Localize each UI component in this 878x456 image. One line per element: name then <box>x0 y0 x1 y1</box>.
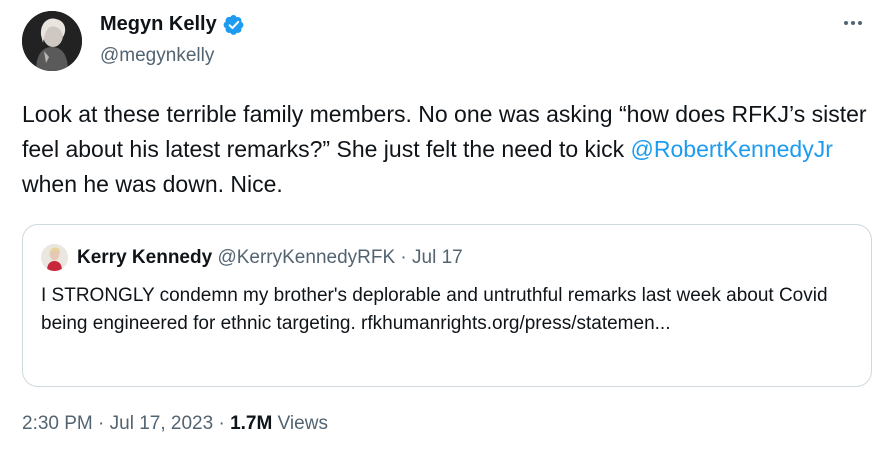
quoted-author-handle[interactable]: @KerryKennedyRFK <box>217 247 395 268</box>
quoted-tweet-card[interactable]: Kerry Kennedy @KerryKennedyRFK · Jul 17 … <box>22 224 872 387</box>
quoted-date[interactable]: Jul 17 <box>412 247 463 268</box>
author-name[interactable]: Megyn Kelly <box>100 13 245 36</box>
more-options-button[interactable] <box>838 8 868 38</box>
meta-separator: · <box>92 413 110 434</box>
tweet-text: Look at these terrible family members. N… <box>22 97 867 202</box>
quoted-tweet-header: Kerry Kennedy @KerryKennedyRFK · Jul 17 <box>77 245 463 271</box>
more-horizontal-icon <box>844 21 862 25</box>
tweet-meta: 2:30 PM · Jul 17, 2023 · 1.7M Views <box>22 413 328 435</box>
quoted-tweet-text: I STRONGLY condemn my brother's deplorab… <box>41 285 828 334</box>
tweet-text-after: when he was down. Nice. <box>22 171 283 197</box>
tweet-time[interactable]: 2:30 PM <box>22 413 93 434</box>
quoted-author-name[interactable]: Kerry Kennedy <box>77 247 212 268</box>
quoted-author-avatar[interactable] <box>41 244 68 271</box>
views-label: Views <box>272 413 328 434</box>
views-count[interactable]: 1.7M <box>230 413 272 434</box>
author-handle[interactable]: @megynkelly <box>100 45 214 67</box>
meta-separator-2: · <box>213 413 231 434</box>
mention-link[interactable]: @RobertKennedyJr <box>631 136 833 162</box>
quoted-separator: · <box>395 247 413 268</box>
author-name-text: Megyn Kelly <box>100 13 217 35</box>
verified-badge-icon <box>223 14 245 36</box>
tweet: Megyn Kelly @megynkelly Look at these te… <box>0 0 878 456</box>
author-avatar[interactable] <box>22 11 82 71</box>
tweet-date[interactable]: Jul 17, 2023 <box>110 413 214 434</box>
